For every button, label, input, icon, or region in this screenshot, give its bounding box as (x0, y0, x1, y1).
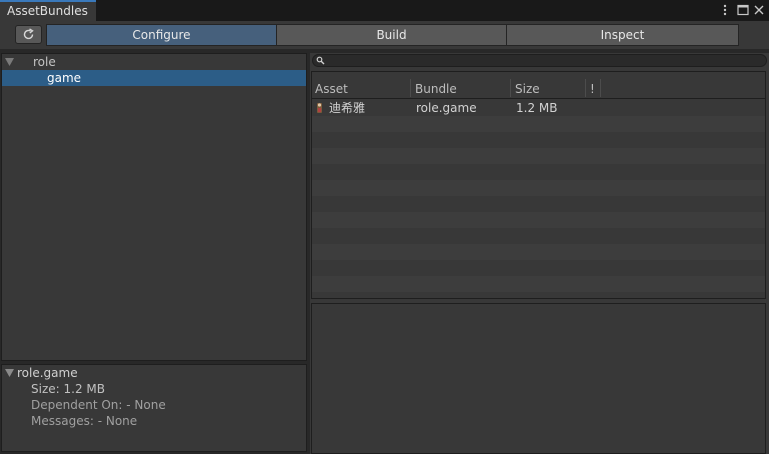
window-tab[interactable]: AssetBundles (0, 0, 96, 21)
tree-item-role[interactable]: role (2, 54, 306, 70)
column-header-bundle[interactable]: Bundle (415, 80, 457, 98)
empty-row (312, 276, 765, 292)
maximize-icon[interactable] (736, 2, 750, 18)
details-messages: Messages: - None (31, 414, 138, 428)
tab-inspect[interactable]: Inspect (506, 24, 739, 46)
tree-item-label: game (47, 71, 82, 85)
empty-row (312, 148, 765, 164)
refresh-icon (23, 28, 34, 40)
asset-name: 迪希雅 (329, 101, 366, 115)
kebab-menu-icon[interactable] (718, 2, 732, 18)
asset-preview-panel (311, 303, 766, 454)
tree-item-game[interactable]: game (2, 70, 306, 86)
table-row[interactable]: 迪希雅 role.game 1.2 MB (312, 100, 765, 116)
search-input[interactable] (312, 54, 767, 67)
expand-arrow-icon[interactable] (5, 58, 14, 66)
details-dependent-on: Dependent On: - None (31, 398, 166, 412)
details-size: Size: 1.2 MB (31, 382, 105, 396)
column-header-size[interactable]: Size (515, 80, 540, 98)
column-divider[interactable] (410, 79, 411, 97)
search-icon (316, 56, 325, 65)
tab-configure[interactable]: Configure (46, 24, 277, 46)
empty-row (312, 116, 765, 132)
empty-row (312, 244, 765, 260)
close-icon[interactable] (752, 2, 766, 18)
column-header-warning[interactable]: ! (590, 80, 595, 98)
column-divider[interactable] (510, 79, 511, 97)
expand-arrow-icon[interactable] (5, 369, 14, 377)
column-divider[interactable] (585, 79, 586, 97)
window-tab-bar (0, 0, 769, 21)
tab-build[interactable]: Build (276, 24, 507, 46)
asset-bundle: role.game (416, 101, 477, 115)
empty-row (312, 212, 765, 228)
empty-row (312, 180, 765, 196)
tree-item-label: role (33, 55, 56, 69)
details-title: role.game (17, 366, 78, 380)
refresh-button[interactable] (15, 25, 42, 44)
prefab-icon (317, 103, 322, 113)
column-header-asset[interactable]: Asset (315, 80, 348, 98)
bundle-tree-panel (1, 53, 307, 361)
column-divider[interactable] (600, 79, 601, 97)
asset-size: 1.2 MB (516, 101, 558, 115)
